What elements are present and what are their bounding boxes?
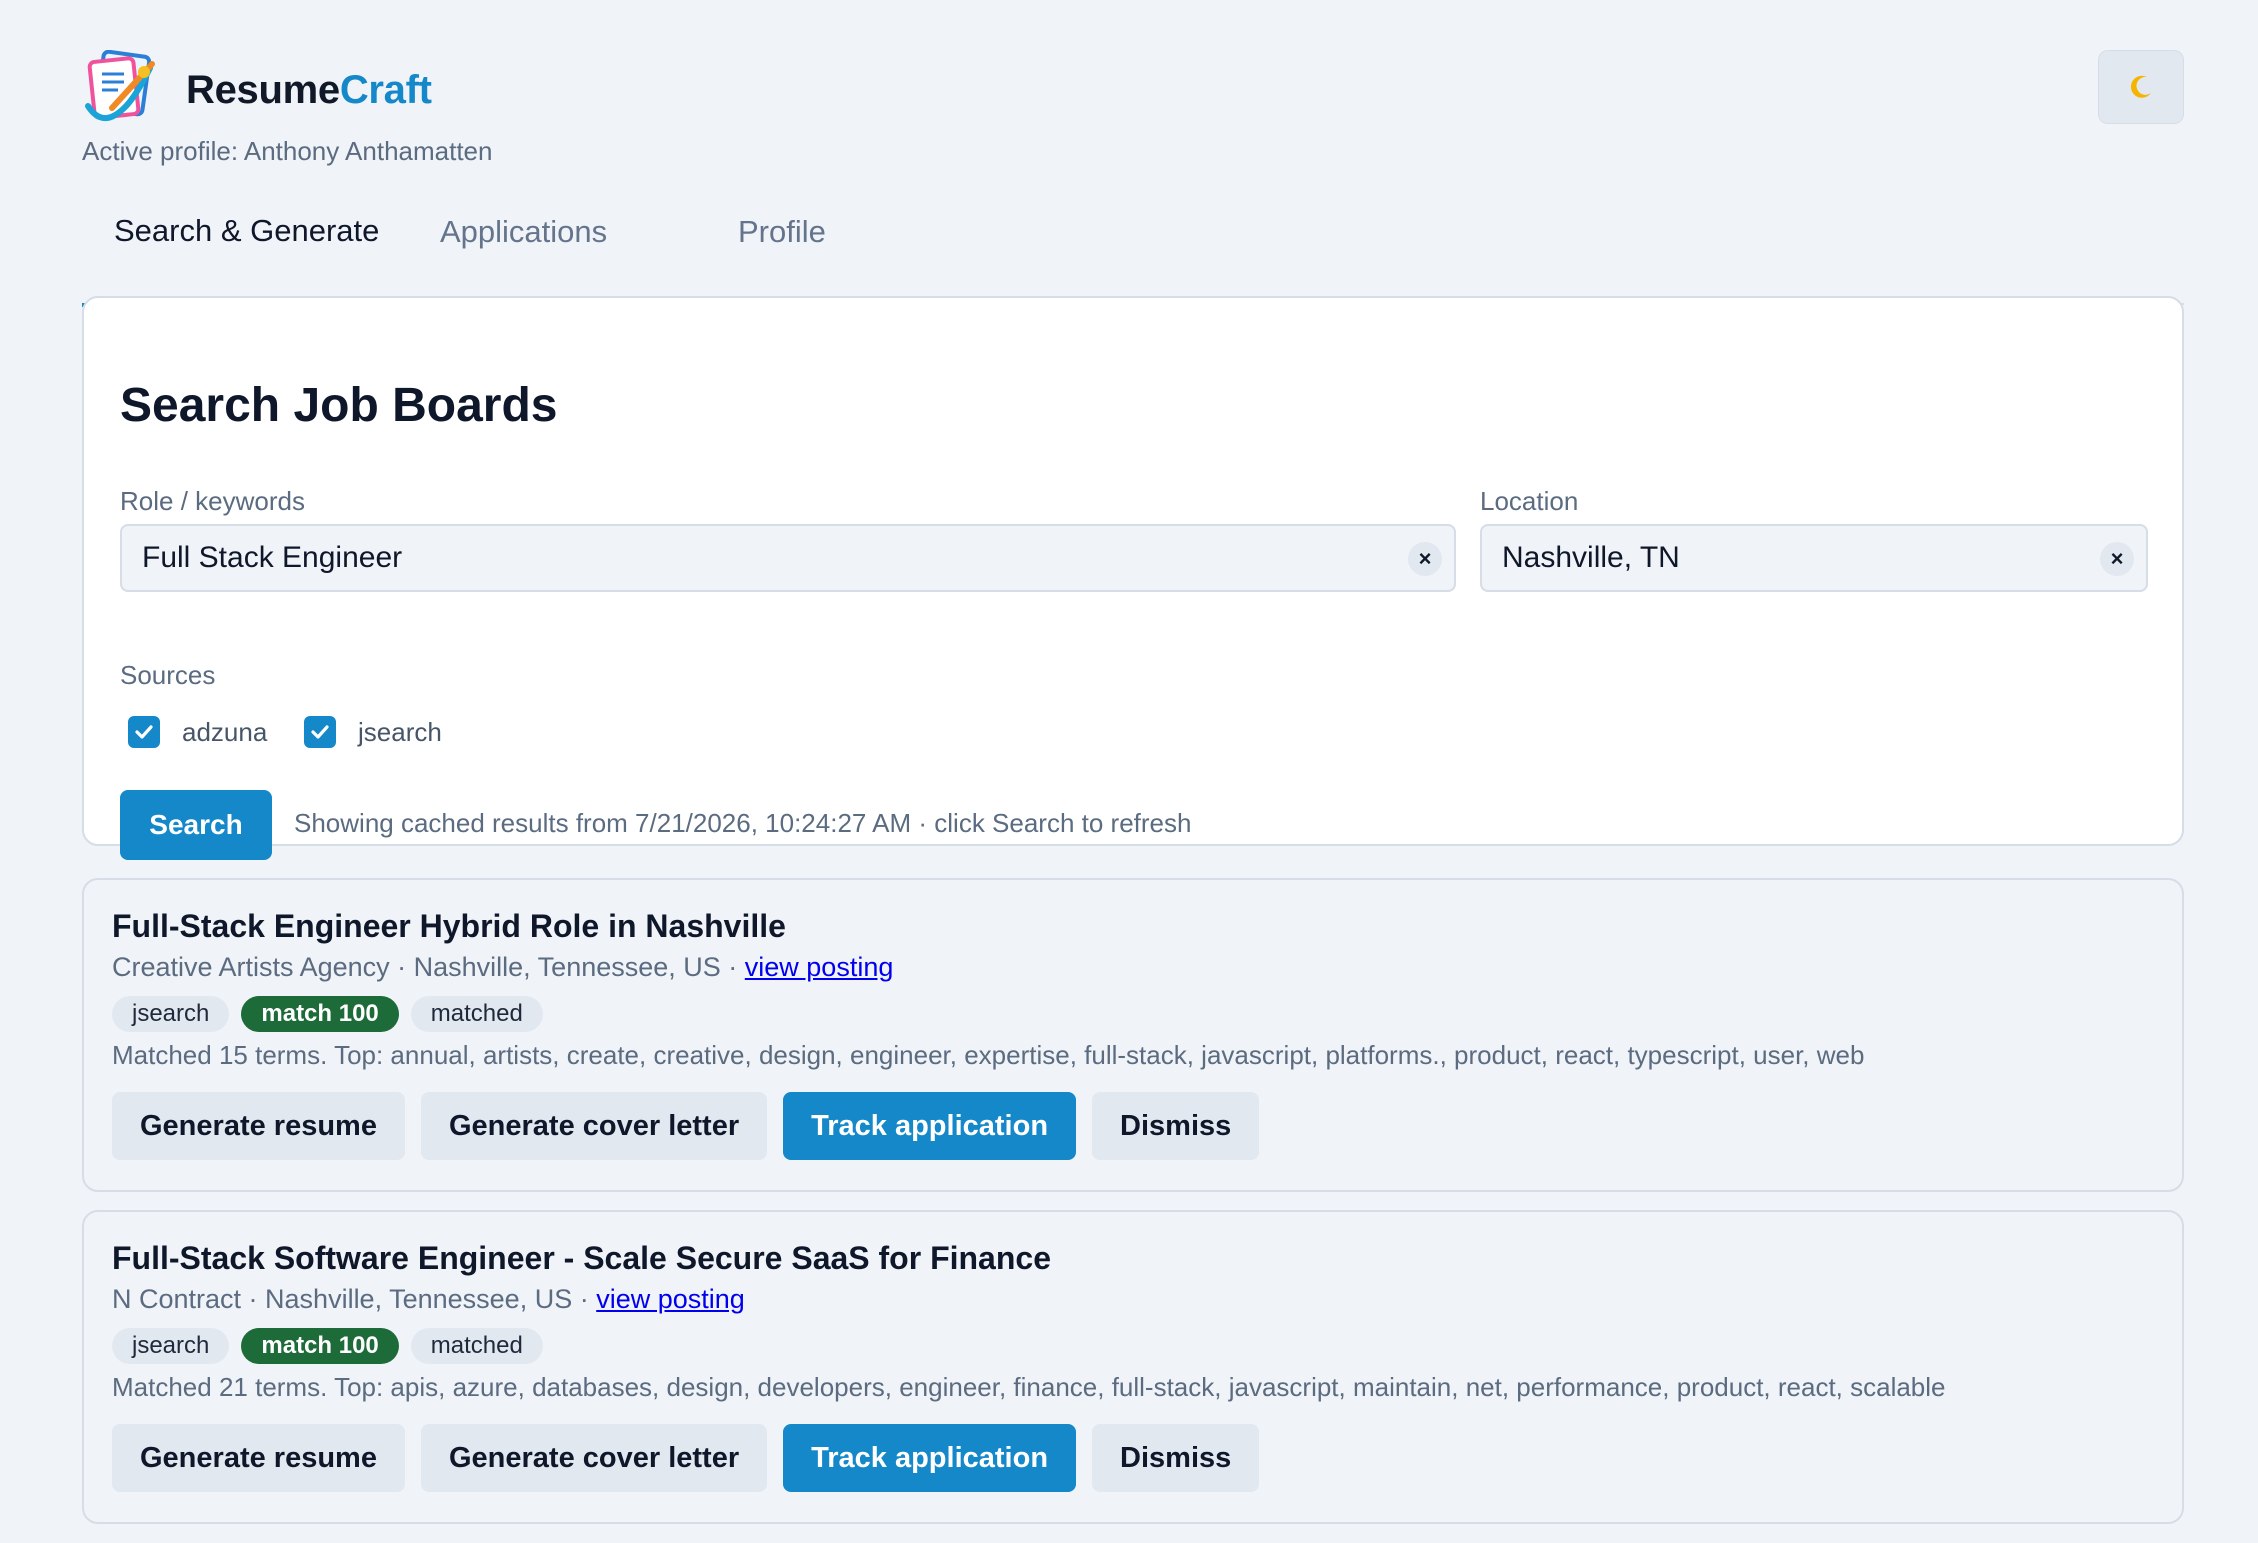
status-badge: matched xyxy=(410,1328,543,1364)
job-badges: jsearch match 100 matched xyxy=(112,996,543,1032)
matched-terms: Matched 21 terms. Top: apis, azure, data… xyxy=(112,1372,1946,1402)
match-score-badge: match 100 xyxy=(241,1328,399,1364)
location-label: Location xyxy=(1480,486,1579,516)
generate-cover-letter-button[interactable]: Generate cover letter xyxy=(420,1092,768,1160)
brand-name-part1: Resume xyxy=(186,68,340,112)
moon-icon xyxy=(2130,75,2151,98)
generate-cover-letter-button[interactable]: Generate cover letter xyxy=(420,1424,768,1492)
match-score-badge: match 100 xyxy=(241,996,399,1032)
tab-bar: Search & Generate Applications Profile xyxy=(82,180,2184,307)
job-company-location: N Contract · Nashville, Tennessee, US · xyxy=(112,1284,597,1314)
clear-location-icon[interactable]: × xyxy=(2100,542,2134,576)
brand-name-part2: Craft xyxy=(339,68,432,112)
sources-label: Sources xyxy=(120,660,216,690)
dismiss-button[interactable]: Dismiss xyxy=(1092,1092,1260,1160)
source-adzuna-label: adzuna xyxy=(182,716,268,747)
brand-name: ResumeCraft xyxy=(186,68,432,113)
source-badge: jsearch xyxy=(112,1328,230,1364)
tab-applications[interactable]: Applications xyxy=(408,180,639,305)
checkbox-checked-icon[interactable] xyxy=(128,716,160,748)
job-actions: Generate resume Generate cover letter Tr… xyxy=(112,1424,1260,1492)
app-root: ResumeCraft Active profile: Anthony Anth… xyxy=(82,50,2184,1524)
job-title: Full-Stack Engineer Hybrid Role in Nashv… xyxy=(112,908,786,944)
header: ResumeCraft Active profile: Anthony Anth… xyxy=(82,50,2184,180)
job-meta: N Contract · Nashville, Tennessee, US · … xyxy=(112,1284,745,1315)
search-button[interactable]: Search xyxy=(120,790,272,860)
track-application-button[interactable]: Track application xyxy=(783,1092,1077,1160)
job-meta: Creative Artists Agency · Nashville, Ten… xyxy=(112,952,893,983)
status-badge: matched xyxy=(410,996,543,1032)
generate-resume-button[interactable]: Generate resume xyxy=(112,1092,405,1160)
job-card: Full-Stack Engineer Hybrid Role in Nashv… xyxy=(82,878,2184,1192)
generate-resume-button[interactable]: Generate resume xyxy=(112,1424,405,1492)
active-profile-label: Active profile: Anthony Anthamatten xyxy=(82,136,493,166)
source-adzuna[interactable]: adzuna xyxy=(128,716,267,748)
role-input[interactable]: Full Stack Engineer × xyxy=(120,524,1456,592)
job-actions: Generate resume Generate cover letter Tr… xyxy=(112,1092,1260,1160)
location-input[interactable]: Nashville, TN × xyxy=(1480,524,2148,592)
location-input-value: Nashville, TN xyxy=(1502,541,1680,574)
source-badge: jsearch xyxy=(112,996,230,1032)
tab-profile[interactable]: Profile xyxy=(706,180,858,305)
search-title: Search Job Boards xyxy=(120,379,558,432)
job-company-location: Creative Artists Agency · Nashville, Ten… xyxy=(112,952,745,982)
clear-role-icon[interactable]: × xyxy=(1408,542,1442,576)
source-jsearch-label: jsearch xyxy=(358,716,442,747)
role-input-value: Full Stack Engineer xyxy=(142,541,403,574)
job-title: Full-Stack Software Engineer - Scale Sec… xyxy=(112,1240,1051,1276)
view-posting-link[interactable]: view posting xyxy=(745,952,894,982)
matched-terms: Matched 15 terms. Top: annual, artists, … xyxy=(112,1040,1865,1070)
job-badges: jsearch match 100 matched xyxy=(112,1328,543,1364)
track-application-button[interactable]: Track application xyxy=(783,1424,1077,1492)
search-panel: Search Job Boards Role / keywords Full S… xyxy=(82,296,2184,860)
dismiss-button[interactable]: Dismiss xyxy=(1092,1424,1260,1492)
role-label: Role / keywords xyxy=(120,486,305,516)
cache-status-text: Showing cached results from 7/21/2026, 1… xyxy=(294,808,1192,838)
source-jsearch[interactable]: jsearch xyxy=(304,716,442,748)
theme-toggle-button[interactable] xyxy=(2098,50,2184,124)
checkbox-checked-icon[interactable] xyxy=(304,716,336,748)
tab-search-generate[interactable]: Search & Generate xyxy=(82,180,412,307)
view-posting-link[interactable]: view posting xyxy=(596,1284,745,1314)
job-card: Full-Stack Software Engineer - Scale Sec… xyxy=(82,1210,2184,1524)
app-logo-icon xyxy=(85,50,155,121)
